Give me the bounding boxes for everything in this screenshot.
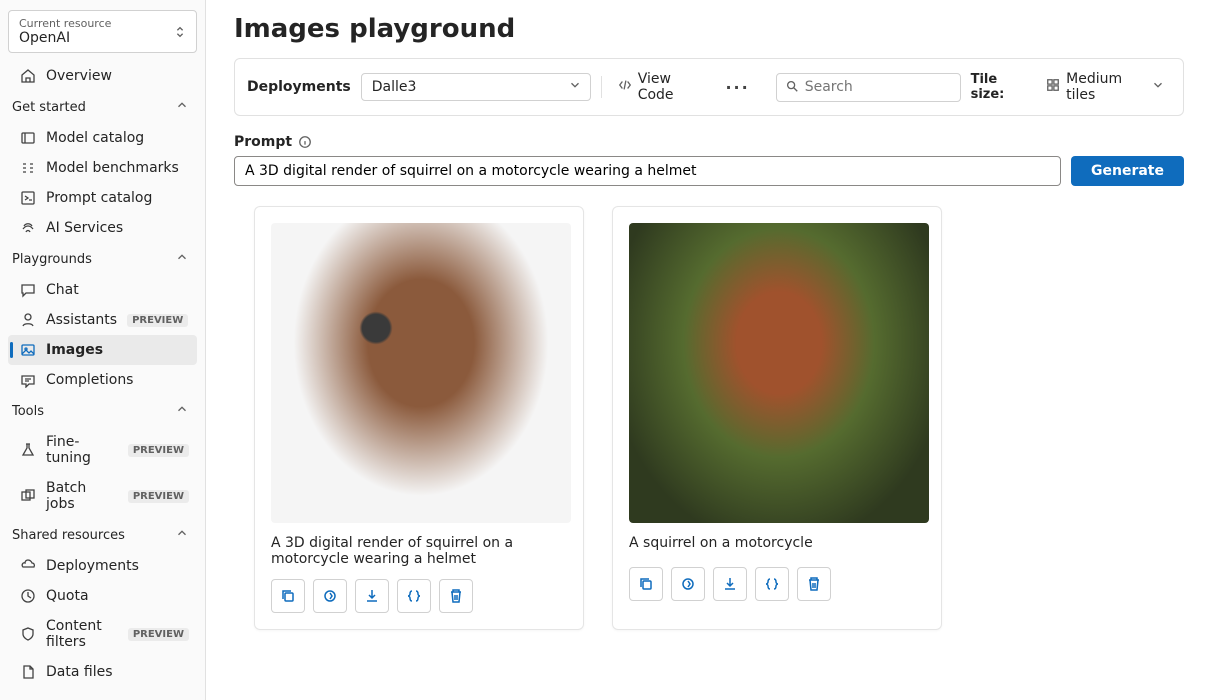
flask-icon xyxy=(20,442,36,458)
result-image[interactable] xyxy=(271,223,571,523)
result-caption: A 3D digital render of squirrel on a mot… xyxy=(271,535,567,567)
grid-icon xyxy=(1046,78,1060,96)
tile-size-label: Tile size: xyxy=(971,72,1031,102)
sidebar: Current resource OpenAI Overview Get sta… xyxy=(0,0,206,700)
section-get-started[interactable]: Get started xyxy=(8,91,197,123)
copy-button[interactable] xyxy=(629,567,663,601)
sidebar-item-fine-tuning[interactable]: Fine-tuningPREVIEW xyxy=(8,427,197,473)
deployment-select[interactable]: Dalle3 xyxy=(361,73,591,101)
sidebar-item-completions[interactable]: Completions xyxy=(8,365,197,395)
prompt-input[interactable] xyxy=(234,156,1061,186)
sidebar-item-prompt-catalog[interactable]: Prompt catalog xyxy=(8,183,197,213)
sidebar-item-data-files[interactable]: Data files xyxy=(8,657,197,687)
image-icon xyxy=(20,342,36,358)
preview-badge: PREVIEW xyxy=(128,444,189,457)
result-card: A squirrel on a motorcycle xyxy=(612,206,942,630)
sidebar-item-chat[interactable]: Chat xyxy=(8,275,197,305)
delete-button[interactable] xyxy=(797,567,831,601)
delete-button[interactable] xyxy=(439,579,473,613)
quota-icon xyxy=(20,588,36,604)
prompt-label-row: Prompt xyxy=(234,134,1184,150)
section-shared-resources[interactable]: Shared resources xyxy=(8,519,197,551)
batch-icon xyxy=(20,488,36,504)
variation-button[interactable] xyxy=(671,567,705,601)
tile-size-select[interactable]: Medium tiles xyxy=(1040,68,1171,106)
json-button[interactable] xyxy=(397,579,431,613)
search-input[interactable] xyxy=(805,79,952,95)
download-button[interactable] xyxy=(713,567,747,601)
info-icon[interactable] xyxy=(298,135,312,149)
chevron-down-icon xyxy=(1151,78,1165,96)
sidebar-item-images[interactable]: Images xyxy=(8,335,197,365)
result-actions xyxy=(271,579,567,613)
page-title: Images playground xyxy=(234,14,1184,44)
more-button[interactable]: ··· xyxy=(719,74,755,101)
view-code-button[interactable]: View Code xyxy=(612,67,710,107)
toolbar: Deployments Dalle3 View Code ··· Tile si… xyxy=(234,58,1184,116)
section-tools[interactable]: Tools xyxy=(8,395,197,427)
variation-button[interactable] xyxy=(313,579,347,613)
assistant-icon xyxy=(20,312,36,328)
preview-badge: PREVIEW xyxy=(127,314,188,327)
section-playgrounds[interactable]: Playgrounds xyxy=(8,243,197,275)
generate-button[interactable]: Generate xyxy=(1071,156,1184,186)
chat-icon xyxy=(20,282,36,298)
search-icon xyxy=(785,78,799,97)
sidebar-item-overview[interactable]: Overview xyxy=(8,61,197,91)
resource-label: Current resource xyxy=(19,17,168,30)
sidebar-item-assistants[interactable]: AssistantsPREVIEW xyxy=(8,305,197,335)
sidebar-item-ai-services[interactable]: AI Services xyxy=(8,213,197,243)
result-actions xyxy=(629,567,925,601)
chevron-up-icon xyxy=(175,250,189,268)
deploy-icon xyxy=(20,558,36,574)
prompt-icon xyxy=(20,190,36,206)
chevron-up-icon xyxy=(175,402,189,420)
copy-button[interactable] xyxy=(271,579,305,613)
file-icon xyxy=(20,664,36,680)
chevron-down-icon xyxy=(568,78,582,96)
result-image[interactable] xyxy=(629,223,929,523)
shield-icon xyxy=(20,626,36,642)
prompt-row: Generate xyxy=(234,156,1184,186)
json-button[interactable] xyxy=(755,567,789,601)
home-icon xyxy=(20,68,36,84)
catalog-icon xyxy=(20,130,36,146)
sidebar-item-deployments[interactable]: Deployments xyxy=(8,551,197,581)
resource-value: OpenAI xyxy=(19,30,168,46)
sidebar-item-batch-jobs[interactable]: Batch jobsPREVIEW xyxy=(8,473,197,519)
chevron-up-icon xyxy=(175,98,189,116)
results-grid: A 3D digital render of squirrel on a mot… xyxy=(234,206,1184,630)
sidebar-item-model-benchmarks[interactable]: Model benchmarks xyxy=(8,153,197,183)
deployment-value: Dalle3 xyxy=(372,79,417,95)
completions-icon xyxy=(20,372,36,388)
main-content: Images playground Deployments Dalle3 Vie… xyxy=(206,0,1212,700)
resource-selector[interactable]: Current resource OpenAI xyxy=(8,10,197,53)
result-caption: A squirrel on a motorcycle xyxy=(629,535,925,555)
chevrons-updown-icon xyxy=(172,24,188,40)
sidebar-item-quota[interactable]: Quota xyxy=(8,581,197,611)
download-button[interactable] xyxy=(355,579,389,613)
benchmark-icon xyxy=(20,160,36,176)
services-icon xyxy=(20,220,36,236)
preview-badge: PREVIEW xyxy=(128,490,189,503)
deployments-label: Deployments xyxy=(247,79,351,95)
sidebar-item-content-filters[interactable]: Content filtersPREVIEW xyxy=(8,611,197,657)
code-icon xyxy=(618,78,632,96)
result-card: A 3D digital render of squirrel on a mot… xyxy=(254,206,584,630)
sidebar-item-label: Overview xyxy=(46,68,112,84)
search-field[interactable] xyxy=(776,73,961,102)
sidebar-item-model-catalog[interactable]: Model catalog xyxy=(8,123,197,153)
preview-badge: PREVIEW xyxy=(128,628,189,641)
chevron-up-icon xyxy=(175,526,189,544)
